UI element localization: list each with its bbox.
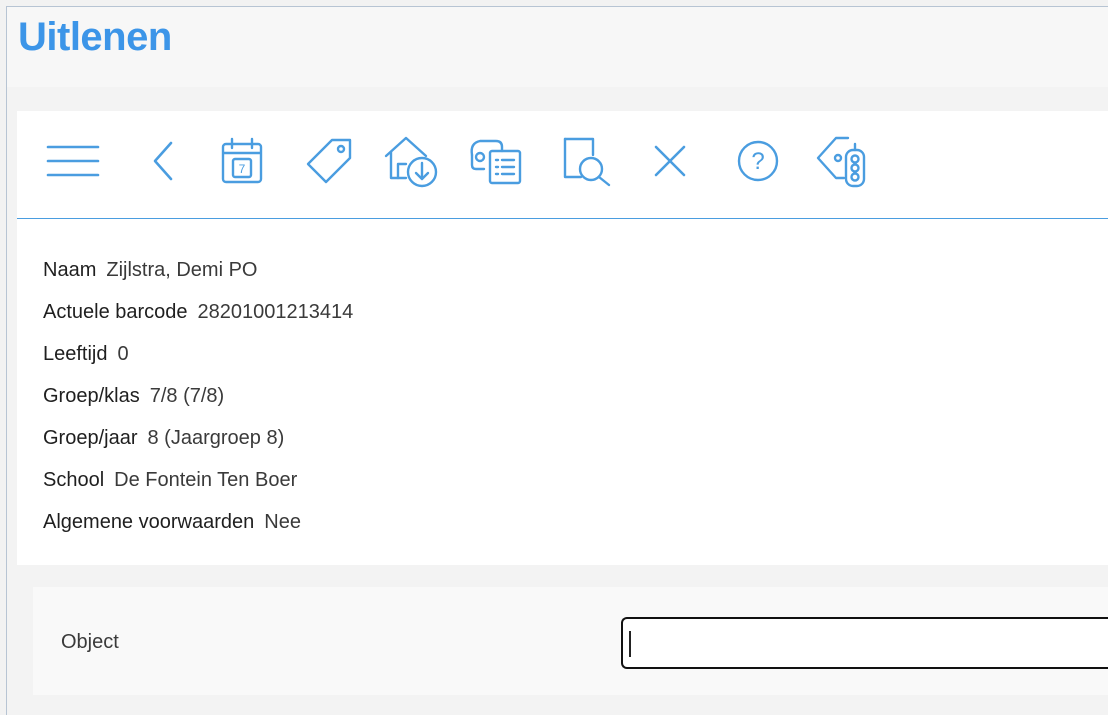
info-row-naam: Naam Zijlstra, Demi PO: [43, 259, 257, 285]
info-label: Naam: [43, 259, 97, 281]
close-icon[interactable]: [647, 135, 693, 187]
toolbar: 7 ?: [17, 111, 1108, 219]
info-row-leeftijd: Leeftijd 0: [43, 343, 129, 369]
info-row-barcode: Actuele barcode 28201001213414: [43, 301, 353, 327]
info-label: Leeftijd: [43, 343, 108, 365]
info-row-school: School De Fontein Ten Boer: [43, 469, 297, 495]
page-title: Uitlenen: [18, 15, 172, 59]
info-value: 28201001213414: [197, 301, 354, 323]
calendar-day: 7: [239, 162, 246, 176]
info-value: Zijlstra, Demi PO: [106, 259, 258, 281]
info-value: De Fontein Ten Boer: [114, 469, 298, 491]
help-glyph: ?: [751, 148, 764, 175]
info-row-voorwaarden: Algemene voorwaarden Nee: [43, 511, 301, 537]
info-label: Actuele barcode: [43, 301, 188, 323]
info-value: 8 (Jaargroep 8): [147, 427, 285, 449]
page-header: Uitlenen: [7, 7, 1108, 87]
info-label: Groep/klas: [43, 385, 140, 407]
info-value: Nee: [264, 511, 301, 533]
info-row-groep-klas: Groep/klas 7/8 (7/8): [43, 385, 224, 411]
tag-traffic-light-icon[interactable]: [813, 135, 875, 188]
object-input[interactable]: [621, 617, 1108, 669]
info-label: Algemene voorwaarden: [43, 511, 255, 533]
text-caret: [629, 631, 631, 657]
object-entry-panel: Object: [33, 587, 1108, 695]
menu-icon[interactable]: [43, 135, 103, 187]
back-icon[interactable]: [145, 135, 181, 187]
search-document-icon[interactable]: [557, 135, 617, 187]
info-row-groep-jaar: Groep/jaar 8 (Jaargroep 8): [43, 427, 284, 453]
info-label: Groep/jaar: [43, 427, 138, 449]
object-label: Object: [61, 631, 119, 653]
reservations-icon[interactable]: [465, 135, 529, 187]
help-icon[interactable]: ?: [733, 135, 783, 187]
tag-icon[interactable]: [301, 135, 357, 187]
calendar-icon[interactable]: 7: [217, 135, 267, 187]
app-window: Uitlenen 7 ? Naam Zijlstra, Demi PO Actu…: [6, 6, 1108, 715]
info-value: 7/8 (7/8): [149, 385, 225, 407]
info-label: School: [43, 469, 105, 491]
patron-info-panel: Naam Zijlstra, Demi PO Actuele barcode 282…: [17, 219, 1108, 565]
home-return-icon[interactable]: [381, 135, 443, 188]
info-value: 0: [117, 343, 129, 365]
